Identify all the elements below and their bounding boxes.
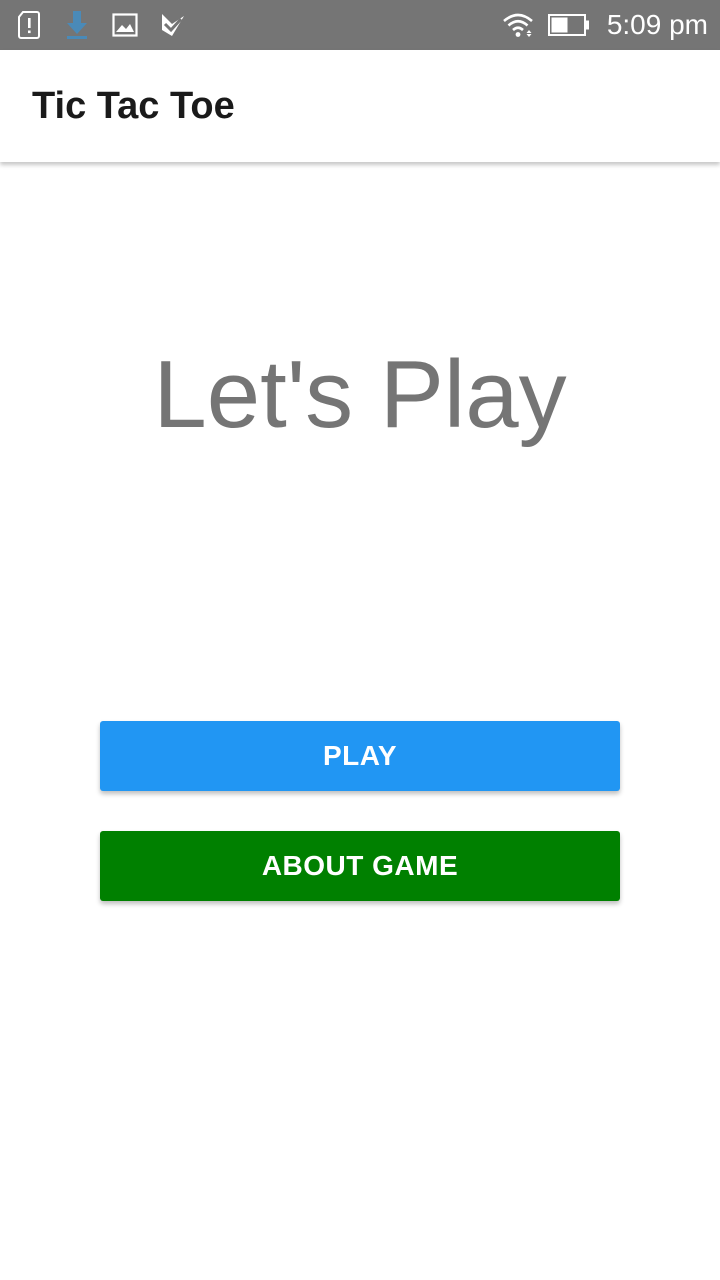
about-game-button[interactable]: ABOUT GAME (100, 831, 620, 901)
lets-play-heading: Let's Play (153, 341, 567, 448)
system-icons: 5:09 pm (501, 9, 708, 41)
notification-icons (16, 11, 501, 39)
status-bar: 5:09 pm (0, 0, 720, 50)
wifi-icon (501, 12, 535, 38)
play-button[interactable]: PLAY (100, 721, 620, 791)
image-icon (112, 12, 138, 38)
alert-sim-icon (16, 11, 42, 39)
status-clock: 5:09 pm (606, 9, 708, 40)
app-title: Tic Tac Toe (32, 84, 235, 127)
download-icon (64, 11, 90, 39)
battery-icon (547, 12, 591, 38)
checkmark-app-icon (160, 12, 186, 38)
app-bar: Tic Tac Toe (0, 50, 720, 162)
